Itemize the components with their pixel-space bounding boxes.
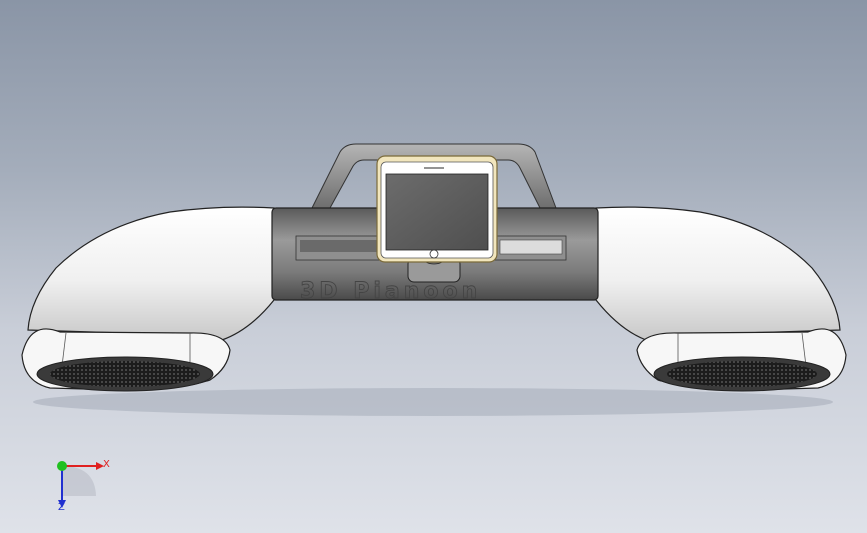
axis-z-label: Z <box>58 502 65 513</box>
right-speaker-horn[interactable] <box>595 206 847 392</box>
right-speaker-grille <box>667 361 817 387</box>
left-speaker-horn[interactable] <box>21 206 275 392</box>
speaker-dock-model[interactable]: 3D Pianoon <box>0 0 867 533</box>
home-button[interactable] <box>429 249 439 259</box>
graphics-viewport[interactable]: 3D Pianoon X Z <box>0 0 867 533</box>
axis-x-label: X <box>103 459 110 470</box>
reference-triad: X Z <box>40 448 120 528</box>
embossed-brand-text: 3D Pianoon <box>300 279 481 304</box>
left-speaker-grille <box>50 361 200 387</box>
phone-screen <box>385 173 489 251</box>
smartphone[interactable] <box>376 155 498 263</box>
ground-shadow <box>33 388 833 416</box>
